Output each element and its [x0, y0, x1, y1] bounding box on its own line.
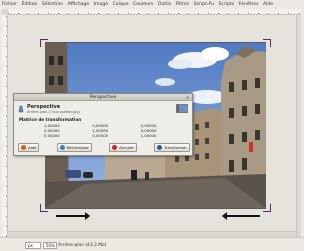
- matrix-cell: 0,00000: [92, 133, 109, 138]
- dialog-header: Perspective Arrière-plan-1 (rue-quebec.j…: [14, 101, 192, 116]
- reset-button[interactable]: Réinitialiser: [56, 143, 92, 152]
- handle-top-left[interactable]: [40, 39, 48, 40]
- transform-icon: [157, 145, 163, 150]
- vertical-scrollbar[interactable]: [296, 15, 301, 237]
- dialog-buttons: Aide Réinitialiser Annuler Transformer: [18, 143, 190, 153]
- zoom-value: 50%: [46, 243, 55, 248]
- menu-view[interactable]: Affichage: [68, 2, 90, 7]
- transform-matrix: 1,00000 0,00000 0,00000 0,00000 1,00000 …: [44, 123, 189, 138]
- zoom-select[interactable]: 50%: [43, 242, 57, 249]
- menu-colors[interactable]: Couleurs: [133, 2, 153, 7]
- image-window: Fichier Édition Sélection Affichage Imag…: [0, 0, 304, 251]
- perspective-tool-icon: [18, 105, 24, 113]
- menu-file[interactable]: Fichier: [2, 2, 17, 7]
- dialog-titlebar[interactable]: Perspective ×: [14, 94, 192, 101]
- cancel-icon: [112, 145, 118, 150]
- transform-button-label: Transformer: [164, 145, 187, 150]
- cancel-button[interactable]: Annuler: [109, 143, 137, 152]
- menu-help[interactable]: Aide: [263, 2, 273, 7]
- menubar: Fichier Édition Sélection Affichage Imag…: [0, 0, 304, 9]
- handle-top-right-v[interactable]: [270, 39, 271, 47]
- handle-top-left-v[interactable]: [40, 39, 41, 47]
- transform-button[interactable]: Transformer: [154, 143, 190, 152]
- transform-frame-bottom[interactable]: [45, 208, 266, 209]
- statusbar: px 50% Arrière-plan (43,3 Mo): [0, 237, 304, 251]
- help-icon: [21, 145, 26, 150]
- handle-bottom-right-v[interactable]: [270, 204, 271, 212]
- matrix-row: 0,00000 0,00000 1,00000: [44, 133, 189, 138]
- help-button-label: Aide: [28, 145, 37, 150]
- arrow-right-icon: [56, 212, 90, 220]
- matrix-label: Matrice de transformation: [19, 117, 82, 122]
- menu-layer[interactable]: Calque: [113, 2, 129, 7]
- menu-image[interactable]: Image: [94, 2, 108, 7]
- dialog-title: Perspective: [89, 95, 117, 100]
- menu-scripts[interactable]: Scripts: [219, 2, 235, 7]
- matrix-cell: 0,00000: [44, 133, 60, 138]
- arrow-left-icon: [222, 212, 260, 220]
- help-button[interactable]: Aide: [18, 143, 40, 152]
- menu-tools[interactable]: Outils: [158, 2, 171, 7]
- menu-edit[interactable]: Édition: [22, 2, 38, 7]
- handle-bottom-left[interactable]: [40, 211, 48, 212]
- status-text: Arrière-plan (43,3 Mo): [58, 243, 107, 248]
- cancel-button-label: Annuler: [119, 145, 134, 150]
- menu-scriptfu[interactable]: Script-Fu: [194, 2, 214, 7]
- reset-icon: [59, 145, 65, 150]
- layer-thumbnail: [176, 104, 188, 113]
- menu-windows[interactable]: Fenêtres: [239, 2, 259, 7]
- unit-select[interactable]: px: [25, 242, 41, 249]
- menu-select[interactable]: Sélection: [42, 2, 63, 7]
- close-icon[interactable]: ×: [185, 95, 190, 100]
- perspective-dialog: Perspective × Perspective Arrière-plan-1…: [13, 93, 193, 156]
- transform-frame-top[interactable]: [45, 42, 266, 43]
- matrix-cell: 1,00000: [140, 133, 157, 138]
- menu-filters[interactable]: Filtres: [176, 2, 190, 7]
- layer-name: Arrière-plan-1 (rue-quebec.jpg): [27, 110, 80, 114]
- reset-button-label: Réinitialiser: [66, 145, 89, 150]
- handle-bottom-left-v[interactable]: [40, 204, 41, 212]
- unit-value: px: [28, 243, 33, 248]
